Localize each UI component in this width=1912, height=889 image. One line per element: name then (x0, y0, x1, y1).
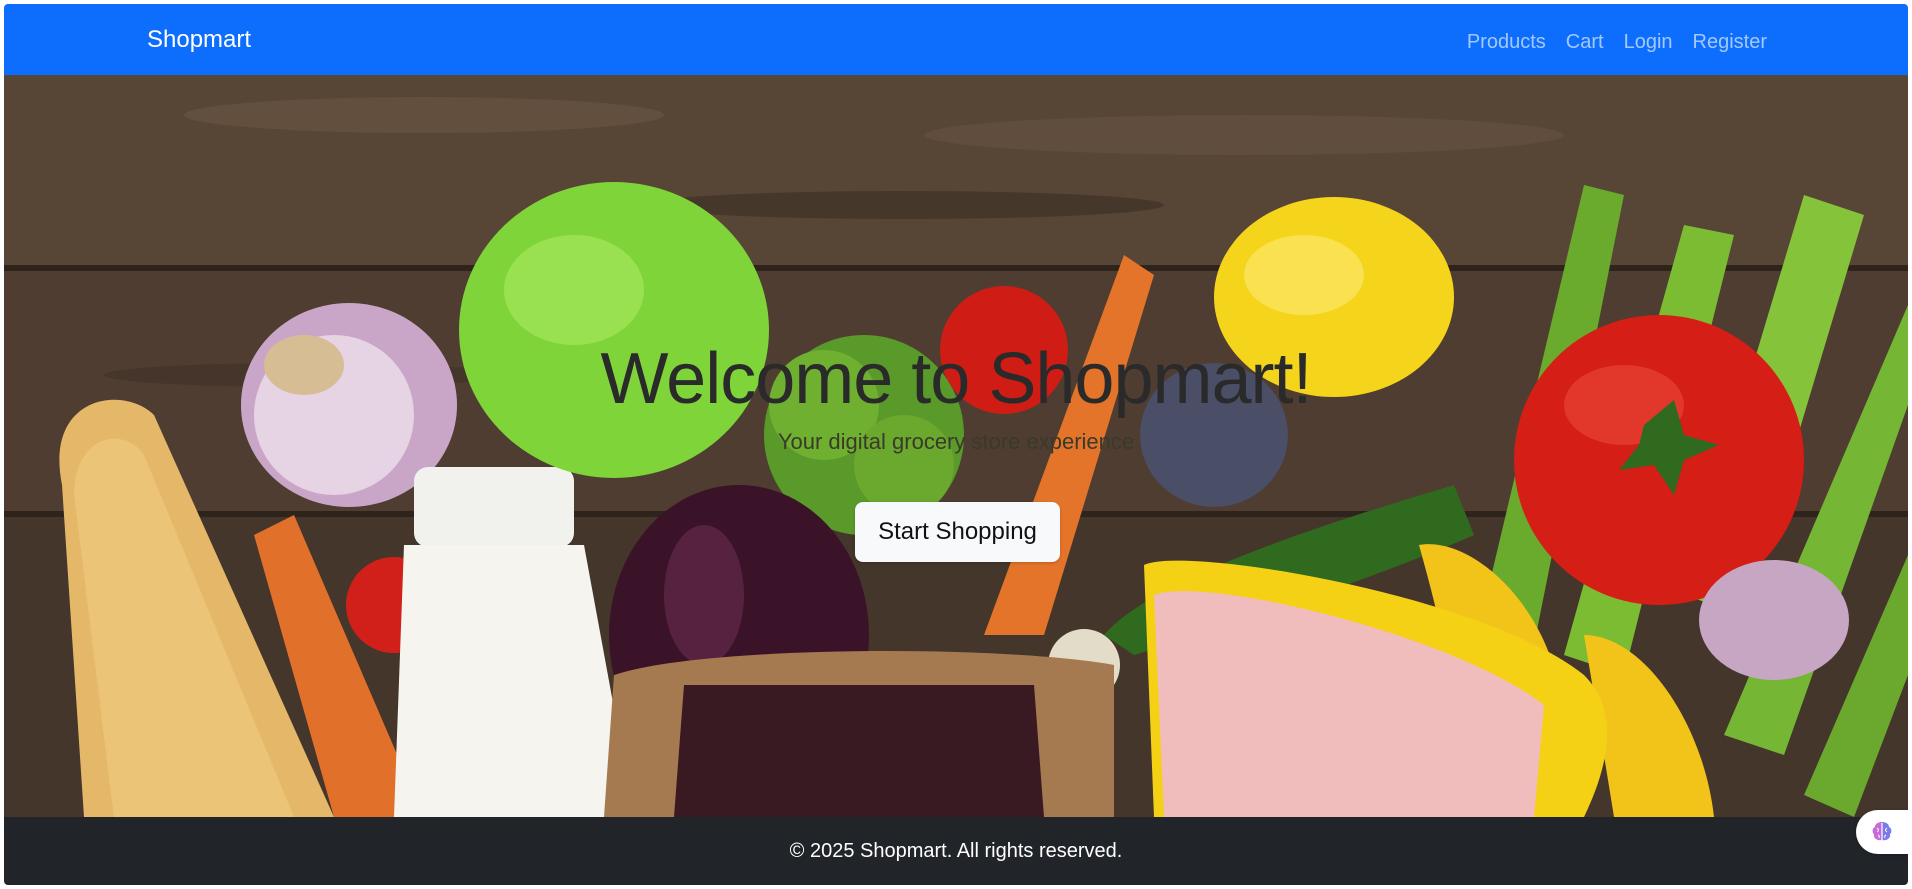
start-shopping-button[interactable]: Start Shopping (855, 502, 1060, 562)
brand-logo-link[interactable]: Shopmart (147, 26, 251, 54)
hero-content: Welcome to Shopmart! Your digital grocer… (4, 75, 1908, 817)
nav-link-login[interactable]: Login (1624, 30, 1673, 54)
nav-link-cart[interactable]: Cart (1566, 30, 1604, 54)
hero-title: Welcome to Shopmart! (600, 339, 1313, 419)
nav-link-products[interactable]: Products (1467, 30, 1546, 54)
nav-link-register[interactable]: Register (1693, 30, 1767, 54)
floating-assistant-button[interactable] (1856, 810, 1908, 854)
hero-section: Welcome to Shopmart! Your digital grocer… (4, 75, 1908, 817)
footer-copyright: © 2025 Shopmart. All rights reserved. (789, 840, 1123, 862)
page-frame: Shopmart Products Cart Login Register We… (4, 4, 1908, 885)
brain-icon (1872, 822, 1892, 841)
nav-links: Products Cart Login Register (1467, 30, 1767, 54)
top-navbar: Shopmart Products Cart Login Register (4, 4, 1908, 75)
page-footer: © 2025 Shopmart. All rights reserved. (4, 817, 1908, 885)
hero-subtitle: Your digital grocery store experience (777, 429, 1135, 454)
